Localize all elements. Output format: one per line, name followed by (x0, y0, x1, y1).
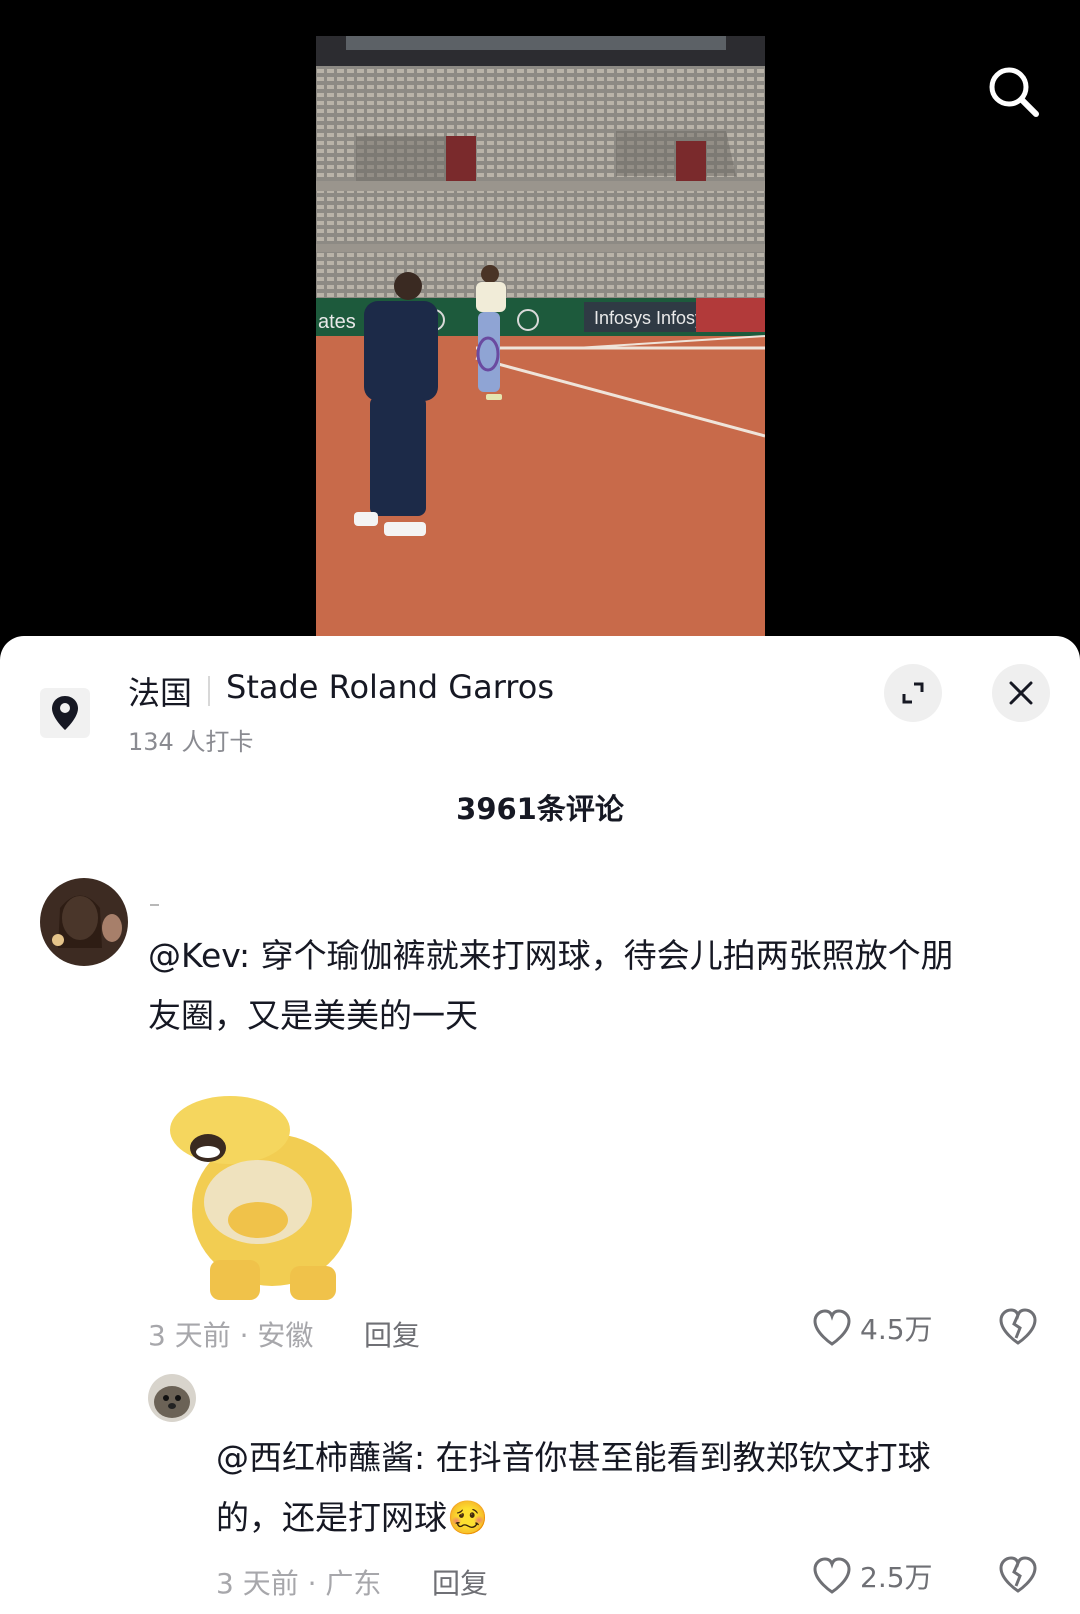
expand-button[interactable] (884, 664, 942, 722)
comment-text-line-group: 的，还是打网球🥴 (216, 1488, 931, 1548)
avatar[interactable] (40, 878, 128, 966)
comment-text: @西红柿蘸酱: 在抖音你甚至能看到教郑钦文打球 的，还是打网球🥴 (216, 1428, 931, 1548)
heart-icon (813, 1309, 851, 1346)
location-checkins: 134 人打卡 (128, 728, 254, 756)
reply-button[interactable]: 回复 (432, 1562, 488, 1602)
search-button[interactable] (986, 64, 1042, 120)
broken-heart-icon (999, 1308, 1037, 1345)
heart-icon (813, 1557, 851, 1594)
close-icon (1009, 681, 1033, 705)
dizzy-face-emoji: 🥴 (447, 1498, 489, 1537)
comment-text-line: 友圈，又是美美的一天 (148, 996, 478, 1035)
laughing-frog-sticker[interactable] (160, 1090, 380, 1300)
avatar-image (40, 878, 128, 966)
location-pin-icon (52, 696, 78, 730)
location-country[interactable]: 法国 (128, 668, 192, 714)
video-player[interactable]: ates Infosys Infosy (0, 0, 1080, 640)
like-count: 4.5万 (860, 1313, 933, 1346)
location-pin-badge[interactable] (40, 688, 90, 738)
comment-time-region: 3 天前 · 安徽 (148, 1319, 314, 1352)
comment-text-line: @西红柿蘸酱: 在抖音你甚至能看到教郑钦文打球 (216, 1438, 931, 1477)
seal-avatar-image (148, 1374, 196, 1422)
like-button[interactable]: 4.5万 (812, 1308, 933, 1348)
comment-time-region: 3 天前 · 广东 (216, 1567, 382, 1600)
username-placeholder (150, 904, 159, 906)
svg-text:ates: ates (318, 311, 356, 333)
tennis-court-scene: ates Infosys Infosy (316, 36, 765, 640)
location-separator (208, 676, 210, 706)
reply-button[interactable]: 回复 (364, 1314, 420, 1354)
close-button[interactable] (992, 664, 1050, 722)
comment-text: @Kev: 穿个瑜伽裤就来打网球，待会儿拍两张照放个朋 友圈，又是美美的一天 (148, 926, 954, 1046)
location-place-name[interactable]: Stade Roland Garros (226, 668, 554, 706)
comments-count: 3961条评论 (456, 792, 624, 826)
video-frame[interactable]: ates Infosys Infosy (316, 36, 765, 640)
like-count: 2.5万 (860, 1561, 933, 1594)
like-button[interactable]: 2.5万 (812, 1556, 933, 1596)
comment-text-line: @Kev: 穿个瑜伽裤就来打网球，待会儿拍两张照放个朋 (148, 936, 954, 975)
search-icon (989, 67, 1039, 117)
dislike-button[interactable] (998, 1308, 1038, 1350)
svg-text:Infosys Infosy: Infosys Infosy (594, 308, 704, 328)
expand-icon (902, 682, 924, 704)
broken-heart-icon (999, 1556, 1037, 1593)
comment-text-line: 的，还是打网球 (216, 1498, 447, 1537)
dislike-button[interactable] (998, 1556, 1038, 1598)
avatar[interactable] (148, 1374, 196, 1422)
laughing-frog-icon (170, 1096, 352, 1300)
